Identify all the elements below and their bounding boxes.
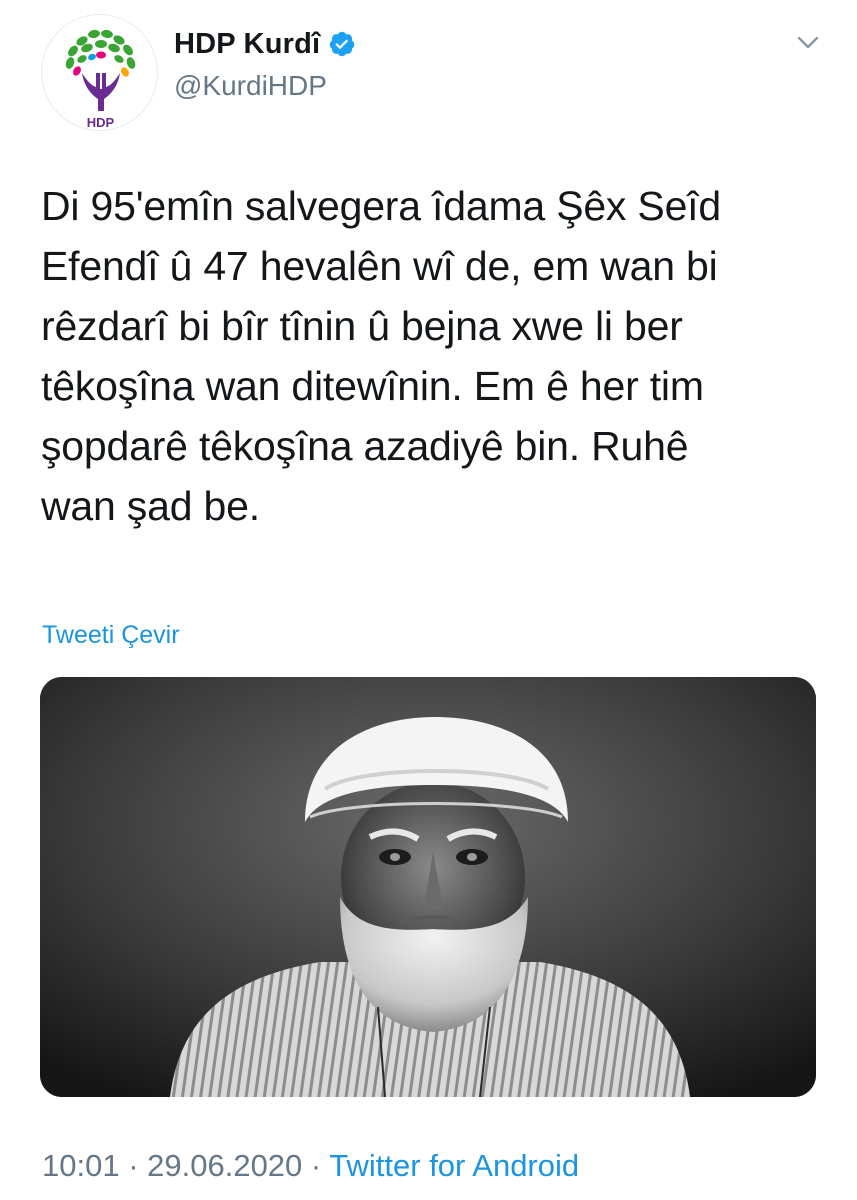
tweet-source-link[interactable]: Twitter for Android	[329, 1148, 579, 1183]
author-block[interactable]: HDP Kurdî @KurdiHDP	[174, 26, 356, 102]
tweet-date[interactable]: 29.06.2020	[147, 1148, 302, 1183]
tweet-time[interactable]: 10:01	[42, 1148, 120, 1183]
tweet-photo[interactable]	[40, 677, 816, 1097]
meta-separator: ·	[119, 1148, 148, 1183]
verified-badge-icon	[330, 31, 355, 57]
avatar-logo-text: HDP	[87, 115, 115, 130]
hdp-tree-logo-icon: HDP	[65, 29, 136, 130]
chevron-down-icon[interactable]	[793, 28, 823, 58]
name-row: HDP Kurdî	[174, 26, 356, 62]
tweet-meta: 10:01 · 29.06.2020 · Twitter for Android	[42, 1148, 579, 1184]
user-handle[interactable]: @KurdiHDP	[174, 70, 356, 102]
translate-tweet-link[interactable]: Tweeti Çevir	[42, 621, 180, 650]
tweet-text: Di 95'emîn salvegera îdama Şêx Seîd Efen…	[41, 183, 721, 529]
portrait-photo	[40, 677, 816, 1097]
display-name[interactable]: HDP Kurdî	[174, 28, 320, 61]
avatar[interactable]: HDP	[41, 14, 158, 131]
meta-separator: ·	[302, 1148, 330, 1183]
tweet: HDP HDP Kurdî @KurdiHDP Di 95'emîn salve…	[0, 0, 857, 1200]
